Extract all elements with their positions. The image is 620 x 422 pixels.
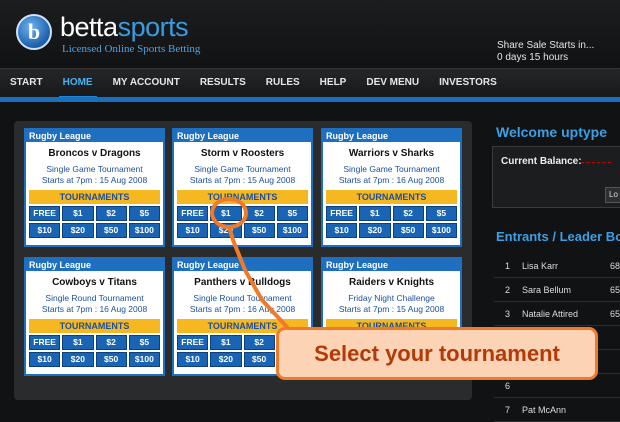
leaderboard-rank: 7 — [505, 405, 511, 415]
leaderboard-name: Pat McAnn — [522, 405, 567, 415]
callout-arrow — [227, 225, 289, 329]
select-tournament-callout: Select your tournament — [276, 327, 598, 380]
highlight-circle — [210, 197, 248, 229]
leaderboard-row[interactable]: 7 Pat McAnn — [494, 398, 620, 422]
